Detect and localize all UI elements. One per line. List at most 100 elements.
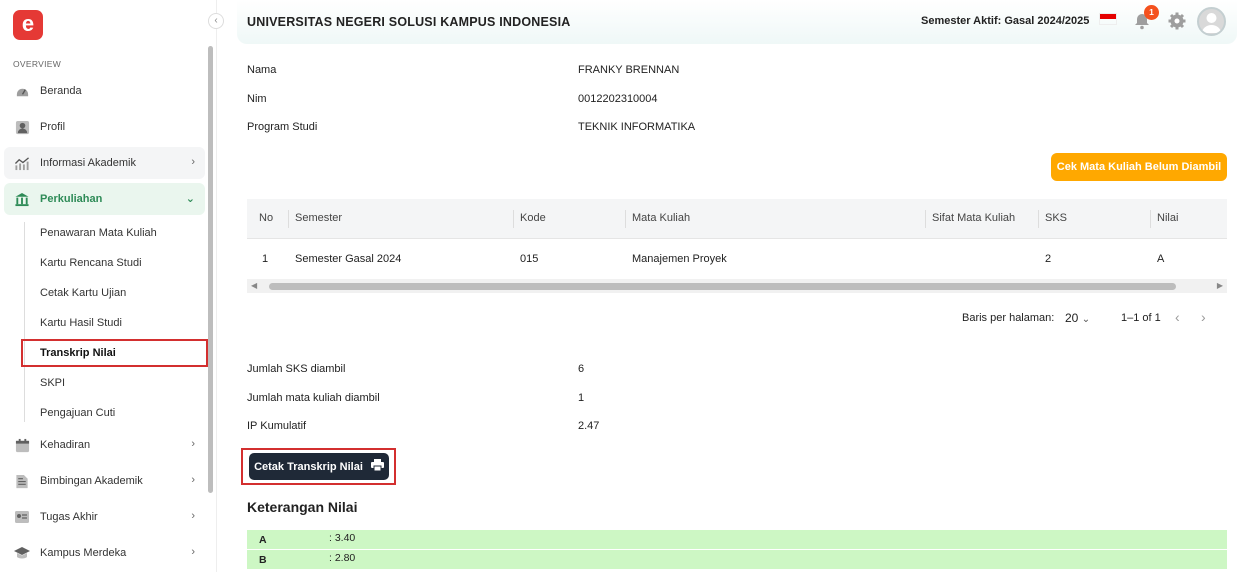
ipk-value: 2.47 [578,420,600,432]
pagination-range: 1–1 of 1 [1121,312,1161,324]
table-horizontal-scrollbar[interactable]: ◀ ▶ [247,279,1227,293]
subitem-kartu-rencana-studi[interactable]: Kartu Rencana Studi [40,257,142,269]
rows-per-page-select[interactable]: 20 ⌄ [1065,311,1090,325]
language-flag-icon[interactable] [1099,13,1117,25]
chart-line-icon [14,155,30,171]
name-label: Nama [247,64,277,76]
cell-mata-kuliah: Manajemen Proyek [632,253,727,265]
user-avatar[interactable] [1197,7,1226,36]
col-header-mata-kuliah[interactable]: Mata Kuliah [632,212,690,224]
gear-icon[interactable] [1167,11,1187,31]
rows-per-page-value: 20 [1065,311,1079,325]
document-icon [14,473,30,489]
sidebar-scrollbar[interactable] [208,46,213,493]
course-count-label: Jumlah mata kuliah diambil [247,392,380,404]
grade-score: : 2.80 [329,552,356,564]
previous-page-button[interactable]: ‹ [1175,309,1180,325]
course-count-value: 1 [578,392,585,404]
nim-value: 0012202310004 [578,93,658,105]
sks-total-value: 6 [578,363,585,375]
scroll-right-arrow-icon[interactable]: ▶ [1217,281,1223,290]
sidebar-item-label: Beranda [40,85,82,97]
col-header-kode[interactable]: Kode [520,212,546,224]
column-divider [925,210,926,228]
grade-legend-row: B : 2.80 [247,550,1227,569]
subitem-cetak-kartu-ujian[interactable]: Cetak Kartu Ujian [40,287,126,299]
sidebar-item-perkuliahan[interactable]: Perkuliahan ⌄ [4,183,205,215]
sidebar-item-beranda[interactable]: Beranda [4,75,205,107]
collapse-sidebar-button[interactable]: ‹ [208,13,224,29]
check-unenrolled-courses-button[interactable]: Cek Mata Kuliah Belum Diambil [1051,153,1227,181]
chevron-right-icon: › [191,156,195,168]
print-transcript-button[interactable]: Cetak Transkrip Nilai [249,453,389,480]
table-header: No Semester Kode Mata Kuliah Sifat Mata … [247,199,1227,239]
chevron-right-icon: › [191,438,195,450]
sidebar-item-kampus-merdeka[interactable]: Kampus Merdeka › [4,537,205,569]
highlight-transkrip-nilai [21,339,208,367]
column-divider [1038,210,1039,228]
ipk-label: IP Kumulatif [247,420,307,432]
sidebar-item-label: Tugas Akhir [40,511,98,523]
sidebar-item-label: Profil [40,121,66,133]
next-page-button[interactable]: › [1201,309,1206,325]
cell-nilai: A [1157,253,1165,265]
prodi-label: Program Studi [247,121,318,133]
rows-per-page-label: Baris per halaman: [962,312,1055,324]
chevron-right-icon: › [191,474,195,486]
col-header-no[interactable]: No [259,212,273,224]
column-divider [513,210,514,228]
sidebar-item-label: Perkuliahan [40,193,103,205]
name-value: FRANKY BRENNAN [578,64,680,76]
col-header-sks[interactable]: SKS [1045,212,1067,224]
col-header-sifat-mata-kuliah[interactable]: Sifat Mata Kuliah [932,212,1015,224]
column-divider [288,210,289,228]
calendar-icon [14,437,30,453]
scrollbar-thumb[interactable] [269,283,1176,290]
profile-icon [14,119,30,135]
grade-legend-title: Keterangan Nilai [247,499,358,515]
active-semester: Semester Aktif: Gasal 2024/2025 [921,15,1090,27]
col-header-semester[interactable]: Semester [295,212,342,224]
table-row[interactable]: 1 Semester Gasal 2024 015 Manajemen Proy… [247,240,1227,280]
grade-score: : 3.40 [329,532,356,544]
cell-no: 1 [262,253,269,265]
graduation-cap-icon [14,545,30,561]
chevron-right-icon: › [191,510,195,522]
prodi-value: TEKNIK INFORMATIKA [578,121,696,133]
column-divider [1150,210,1151,228]
sidebar-item-profil[interactable]: Profil [4,111,205,143]
sidebar-item-label: Kehadiran [40,439,91,451]
institution-icon [14,191,30,207]
scroll-left-arrow-icon[interactable]: ◀ [251,281,257,290]
subitem-penawaran-mata-kuliah[interactable]: Penawaran Mata Kuliah [40,227,157,239]
sidebar-item-tugas-akhir[interactable]: Tugas Akhir › [4,501,205,533]
sidebar-item-label: Bimbingan Akademik [40,475,143,487]
app-logo[interactable]: e [13,10,43,40]
submenu-line [24,222,25,422]
subitem-skpi[interactable]: SKPI [40,377,65,389]
notification-badge: 1 [1144,5,1159,20]
app-root: e ‹ OVERVIEW Beranda Profil Informasi Ak… [0,0,1248,572]
chevron-down-icon: ⌄ [185,193,195,205]
grade-legend-row: A : 3.40 [247,530,1227,549]
university-title: UNIVERSITAS NEGERI SOLUSI KAMPUS INDONES… [247,15,571,29]
print-button-label: Cetak Transkrip Nilai [254,460,363,473]
sidebar-item-label: Informasi Akademik [40,157,136,169]
printer-icon [370,459,384,474]
sks-total-label: Jumlah SKS diambil [247,363,346,375]
cell-sks: 2 [1045,253,1052,265]
sidebar-item-informasi-akademik[interactable]: Informasi Akademik › [4,147,205,179]
subitem-kartu-hasil-studi[interactable]: Kartu Hasil Studi [40,317,122,329]
sidebar: e ‹ OVERVIEW Beranda Profil Informasi Ak… [0,0,224,572]
chevron-right-icon: › [191,546,195,558]
grade-letter: A [259,534,267,546]
sidebar-item-bimbingan-akademik[interactable]: Bimbingan Akademik › [4,465,205,497]
sidebar-item-kehadiran[interactable]: Kehadiran › [4,429,205,461]
col-header-nilai[interactable]: Nilai [1157,212,1178,224]
dashboard-icon [14,83,30,99]
cell-kode: 015 [520,253,539,265]
nim-label: Nim [247,93,267,105]
id-card-icon [14,509,30,525]
subitem-pengajuan-cuti[interactable]: Pengajuan Cuti [40,407,115,419]
section-label-overview: OVERVIEW [13,59,62,69]
